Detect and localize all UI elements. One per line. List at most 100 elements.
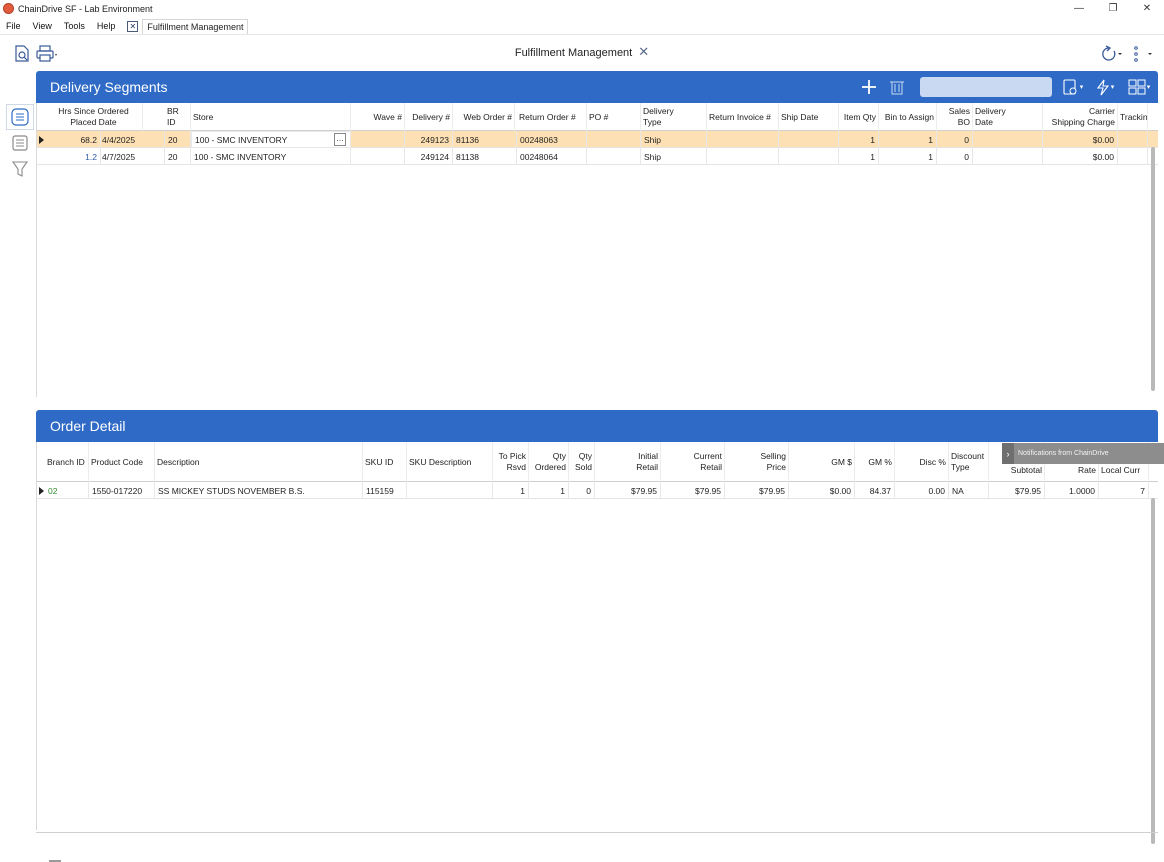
close-document-icon[interactable]: ✕: [127, 20, 139, 32]
order-vertical-scrollbar[interactable]: [1151, 498, 1155, 844]
cell-item-qty[interactable]: 1: [839, 131, 879, 148]
cell-shipping-charge[interactable]: $0.00: [1043, 131, 1118, 148]
cell-wave[interactable]: [351, 148, 405, 165]
col-ship-date[interactable]: Ship Date: [779, 103, 839, 131]
cell-sales-bo[interactable]: 0: [937, 131, 973, 148]
filter-button[interactable]: [6, 156, 34, 182]
col-qty-sold[interactable]: Qty Sold: [569, 442, 595, 482]
cell-web-order[interactable]: 81136: [453, 131, 517, 148]
cell-return-invoice[interactable]: [707, 148, 779, 165]
col-return-invoice[interactable]: Return Invoice #: [707, 103, 779, 131]
cell-placed-date[interactable]: 4/7/2025: [99, 148, 165, 165]
menu-file[interactable]: File: [0, 21, 27, 31]
cell-return-order[interactable]: 00248064: [517, 148, 587, 165]
cell-sku-description[interactable]: [407, 482, 493, 499]
detail-view-button[interactable]: [6, 130, 34, 156]
col-delivery[interactable]: Delivery #: [405, 103, 453, 131]
cell-sales-bo[interactable]: 0: [937, 148, 973, 165]
cell-description[interactable]: SS MICKEY STUDS NOVEMBER B.S.: [155, 482, 363, 499]
cell-selling-price[interactable]: $79.95: [725, 482, 789, 499]
menu-tools[interactable]: Tools: [58, 21, 91, 31]
col-qty-ordered[interactable]: Qty Ordered: [529, 442, 569, 482]
menu-view[interactable]: View: [27, 21, 58, 31]
col-disc-percent[interactable]: Disc %: [895, 442, 949, 482]
cell-product-code[interactable]: 1550-017220: [89, 482, 155, 499]
cell-discount-type[interactable]: NA: [949, 482, 989, 499]
cell-to-pick-rsvd[interactable]: 1: [493, 482, 529, 499]
table-row[interactable]: 68.2 4/4/2025 20 100 - SMC INVENTORY … 2…: [37, 131, 1158, 148]
delivery-vertical-scrollbar[interactable]: [1151, 147, 1155, 391]
notification-popup[interactable]: › Notifications from ChainDrive: [1002, 443, 1164, 464]
col-return-order[interactable]: Return Order #: [517, 103, 587, 131]
store-lookup-button[interactable]: …: [334, 133, 346, 146]
cell-qty-sold[interactable]: 0: [569, 482, 595, 499]
minimize-button[interactable]: —: [1062, 0, 1096, 17]
cell-current-retail[interactable]: $79.95: [661, 482, 725, 499]
col-po[interactable]: PO #: [587, 103, 641, 131]
col-item-qty[interactable]: Item Qty: [839, 103, 879, 131]
cell-item-qty[interactable]: 1: [839, 148, 879, 165]
cell-po[interactable]: [587, 148, 641, 165]
document-tab[interactable]: Fulfillment Management: [142, 18, 249, 34]
cell-tracking[interactable]: [1118, 148, 1148, 165]
col-branch-id[interactable]: Branch ID: [45, 442, 89, 482]
cell-bin-assign[interactable]: 1: [879, 148, 937, 165]
cell-subtotal[interactable]: $79.95: [989, 482, 1045, 499]
cell-rate[interactable]: 1.0000: [1045, 482, 1099, 499]
refresh-icon[interactable]: [1096, 45, 1124, 62]
menu-help[interactable]: Help: [91, 21, 122, 31]
cell-delivery-date[interactable]: [973, 131, 1043, 148]
col-delivery-type[interactable]: Delivery Type: [641, 103, 707, 131]
col-delivery-date[interactable]: Delivery Date: [973, 103, 1043, 131]
col-sku-id[interactable]: SKU ID: [363, 442, 407, 482]
cell-ship-date[interactable]: [779, 148, 839, 165]
cell-po[interactable]: [587, 131, 641, 148]
col-product-code[interactable]: Product Code: [89, 442, 155, 482]
col-initial-retail[interactable]: Initial Retail: [595, 442, 661, 482]
cell-bin-assign[interactable]: 1: [879, 131, 937, 148]
export-button[interactable]: ▾: [1060, 77, 1086, 97]
restore-button[interactable]: ❐: [1096, 0, 1130, 17]
col-current-retail[interactable]: Current Retail: [661, 442, 725, 482]
close-window-button[interactable]: ✕: [1130, 0, 1164, 17]
cell-local-curr[interactable]: 7: [1099, 482, 1149, 499]
cell-hrs[interactable]: 1.2: [45, 148, 101, 165]
cell-initial-retail[interactable]: $79.95: [595, 482, 661, 499]
delivery-search-input[interactable]: [920, 77, 1052, 97]
cell-delivery[interactable]: 249123: [405, 131, 453, 148]
col-sku-description[interactable]: SKU Description: [407, 442, 493, 482]
cell-qty-ordered[interactable]: 1: [529, 482, 569, 499]
cell-store[interactable]: 100 - SMC INVENTORY: [191, 148, 351, 165]
cell-delivery[interactable]: 249124: [405, 148, 453, 165]
col-selling-price[interactable]: Selling Price: [725, 442, 789, 482]
cell-branch-id[interactable]: 02: [45, 482, 89, 499]
cell-sku-id[interactable]: 115159: [363, 482, 407, 499]
table-row[interactable]: 1.2 4/7/2025 20 100 - SMC INVENTORY 2491…: [37, 148, 1158, 165]
cell-br-id[interactable]: 20: [165, 148, 191, 165]
cell-tracking[interactable]: [1118, 131, 1148, 148]
col-bin-assign[interactable]: Bin to Assign: [879, 103, 937, 131]
cell-hrs[interactable]: 68.2: [45, 131, 101, 148]
cell-delivery-type[interactable]: Ship: [641, 131, 707, 148]
col-sales-bo[interactable]: Sales BO: [937, 103, 973, 131]
cell-return-order[interactable]: 00248063: [517, 131, 587, 148]
delete-button[interactable]: [886, 77, 908, 97]
actions-button[interactable]: ▾: [1092, 77, 1118, 97]
cell-ship-date[interactable]: [779, 131, 839, 148]
col-shipping-charge[interactable]: Carrier Shipping Charge: [1043, 103, 1118, 131]
cell-br-id[interactable]: 20: [165, 131, 191, 148]
close-page-icon[interactable]: ✕: [638, 45, 649, 58]
col-hrs-placed[interactable]: Hrs Since Ordered Placed Date: [45, 103, 143, 131]
cell-web-order[interactable]: 81138: [453, 148, 517, 165]
cell-gm-percent[interactable]: 84.37: [855, 482, 895, 499]
table-row[interactable]: 02 1550-017220 SS MICKEY STUDS NOVEMBER …: [37, 482, 1158, 499]
cell-delivery-type[interactable]: Ship: [641, 148, 707, 165]
chevron-right-icon[interactable]: ›: [1002, 443, 1014, 464]
col-to-pick-rsvd[interactable]: To Pick Rsvd: [493, 442, 529, 482]
add-button[interactable]: [858, 77, 880, 97]
list-view-button[interactable]: [6, 104, 34, 130]
cell-disc-percent[interactable]: 0.00: [895, 482, 949, 499]
col-discount-type[interactable]: Discount Type: [949, 442, 989, 482]
cell-return-invoice[interactable]: [707, 131, 779, 148]
cell-gm-dollar[interactable]: $0.00: [789, 482, 855, 499]
